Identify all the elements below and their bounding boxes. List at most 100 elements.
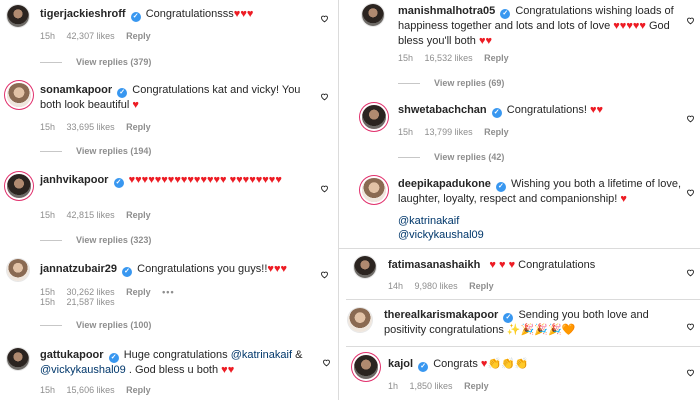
comment-meta-secondary: 15h 21,587 likes bbox=[40, 297, 124, 307]
verified-badge-icon: ✓ bbox=[503, 313, 514, 323]
reply-button[interactable]: Reply bbox=[126, 385, 151, 395]
likes-count[interactable]: 21,587 likes bbox=[67, 297, 115, 307]
username[interactable]: deepikapadukone bbox=[398, 178, 491, 190]
heart-outline-icon[interactable] bbox=[686, 12, 695, 25]
avatar[interactable] bbox=[7, 259, 29, 281]
mention-link[interactable]: @katrinakaif bbox=[398, 214, 459, 229]
comment-body: Congrats bbox=[433, 358, 478, 370]
heart-emoji-icon: ♥♥ bbox=[221, 364, 235, 376]
comment-sonamkapoor: sonamkapoor ✓ Congratulations kat and vi… bbox=[0, 80, 338, 160]
avatar[interactable] bbox=[7, 348, 29, 370]
comment-body: . God bless u both bbox=[128, 364, 219, 376]
likes-count[interactable]: 13,799 likes bbox=[425, 127, 473, 137]
comment-meta: 15h 13,799 likes Reply bbox=[398, 127, 518, 137]
heart-outline-icon[interactable] bbox=[320, 266, 329, 279]
heart-emoji-icon: ♥ bbox=[620, 193, 627, 205]
heart-emoji-icon: ♥♥ bbox=[589, 104, 603, 116]
mention-link[interactable]: @vickykaushal09 bbox=[398, 228, 484, 243]
section-divider bbox=[346, 299, 700, 300]
reply-button[interactable]: Reply bbox=[126, 31, 151, 41]
heart-outline-icon[interactable] bbox=[322, 354, 331, 367]
avatar[interactable] bbox=[362, 4, 384, 26]
more-options-icon[interactable]: ••• bbox=[162, 287, 174, 297]
avatar[interactable] bbox=[362, 178, 386, 202]
username[interactable]: gattukapoor bbox=[40, 349, 104, 361]
view-replies-button[interactable]: View replies (69) bbox=[398, 78, 504, 88]
mention-link[interactable]: @vickykaushal09 bbox=[40, 364, 126, 376]
likes-count[interactable]: 30,262 likes bbox=[67, 287, 115, 297]
comment-kajol: kajol ✓ Congrats ♥👏👏👏 1h 1,850 likes Rep… bbox=[338, 350, 700, 400]
comment-body: Congratulationsss bbox=[145, 8, 234, 20]
comment-meta: 14h 9,980 likes Reply bbox=[388, 281, 503, 291]
heart-outline-icon[interactable] bbox=[686, 364, 695, 377]
view-replies-button[interactable]: View replies (42) bbox=[398, 152, 504, 162]
likes-count[interactable]: 42,307 likes bbox=[67, 31, 115, 41]
likes-count[interactable]: 42,815 likes bbox=[67, 210, 115, 220]
verified-badge-icon: ✓ bbox=[117, 88, 128, 98]
comment-text: jannatzubair29 ✓ Congratulations you guy… bbox=[40, 262, 310, 277]
username[interactable]: sonamkapoor bbox=[40, 84, 112, 96]
likes-count[interactable]: 15,606 likes bbox=[67, 385, 115, 395]
heart-emoji-icon: ♥♥♥♥♥♥♥♥♥♥♥♥♥♥♥ ♥♥♥♥♥♥♥♥ bbox=[128, 174, 282, 186]
comment-jannatzubair29: jannatzubair29 ✓ Congratulations you guy… bbox=[0, 256, 338, 336]
view-replies-button[interactable]: View replies (100) bbox=[40, 320, 151, 330]
view-replies-button[interactable]: View replies (323) bbox=[40, 235, 151, 245]
view-replies-button[interactable]: View replies (194) bbox=[40, 146, 151, 156]
likes-count[interactable]: 1,850 likes bbox=[410, 381, 453, 391]
comment-tigerjackieshroff: tigerjackieshroff ✓ Congratulationsss♥♥♥… bbox=[0, 0, 338, 75]
likes-count[interactable]: 33,695 likes bbox=[67, 122, 115, 132]
comment-meta: 15h 16,532 likes Reply bbox=[398, 53, 518, 63]
avatar[interactable] bbox=[7, 174, 31, 198]
username[interactable]: janhvikapoor bbox=[40, 174, 108, 186]
timestamp: 14h bbox=[388, 281, 404, 291]
avatar[interactable] bbox=[362, 105, 386, 129]
heart-emoji-icon: ♥ ♥ ♥ bbox=[489, 259, 516, 271]
reply-button[interactable]: Reply bbox=[484, 53, 509, 63]
reply-button[interactable]: Reply bbox=[126, 287, 151, 297]
username[interactable]: jannatzubair29 bbox=[40, 263, 117, 275]
verified-badge-icon: ✓ bbox=[495, 182, 506, 192]
comment-shwetabachchan: shwetabachchan ✓ Congratulations! ♥♥ 15h… bbox=[352, 98, 700, 168]
avatar[interactable] bbox=[7, 5, 29, 27]
avatar[interactable] bbox=[354, 256, 376, 278]
username[interactable]: kajol bbox=[388, 358, 413, 370]
verified-badge-icon: ✓ bbox=[418, 362, 429, 372]
heart-outline-icon[interactable] bbox=[686, 318, 695, 331]
username[interactable]: manishmalhotra05 bbox=[398, 5, 495, 17]
verified-badge-icon: ✓ bbox=[491, 108, 502, 118]
username[interactable]: fatimasanashaikh bbox=[388, 259, 480, 271]
comment-meta: 15h 42,307 likes Reply bbox=[40, 31, 160, 41]
mention-link[interactable]: @katrinakaif bbox=[231, 349, 292, 361]
view-replies-button[interactable]: View replies (379) bbox=[40, 57, 151, 67]
likes-count[interactable]: 9,980 likes bbox=[415, 281, 458, 291]
reply-button[interactable]: Reply bbox=[464, 381, 489, 391]
heart-outline-icon[interactable] bbox=[686, 184, 695, 197]
username[interactable]: therealkarismakapoor bbox=[384, 309, 498, 321]
avatar[interactable] bbox=[354, 355, 378, 379]
heart-outline-icon[interactable] bbox=[320, 88, 329, 101]
comment-text: fatimasanashaikh ♥ ♥ ♥ Congratulations bbox=[388, 258, 678, 273]
heart-outline-icon[interactable] bbox=[686, 264, 695, 277]
reply-button[interactable]: Reply bbox=[126, 210, 151, 220]
username[interactable]: tigerjackieshroff bbox=[40, 8, 126, 20]
comment-text: janhvikapoor ✓ ♥♥♥♥♥♥♥♥♥♥♥♥♥♥♥ ♥♥♥♥♥♥♥♥ bbox=[40, 173, 312, 188]
heart-emoji-icon: ♥♥♥ bbox=[233, 8, 254, 20]
avatar[interactable] bbox=[348, 308, 372, 332]
heart-outline-icon[interactable] bbox=[320, 180, 329, 193]
timestamp: 15h bbox=[40, 31, 56, 41]
comment-manishmalhotra05: manishmalhotra05 ✓ Congratulations wishi… bbox=[352, 0, 700, 92]
username[interactable]: shwetabachchan bbox=[398, 104, 487, 116]
likes-count[interactable]: 16,532 likes bbox=[425, 53, 473, 63]
reply-button[interactable]: Reply bbox=[126, 122, 151, 132]
avatar[interactable] bbox=[7, 83, 31, 107]
reply-button[interactable]: Reply bbox=[469, 281, 494, 291]
section-divider bbox=[338, 248, 700, 249]
verified-badge-icon: ✓ bbox=[108, 353, 119, 363]
reply-button[interactable]: Reply bbox=[484, 127, 509, 137]
heart-outline-icon[interactable] bbox=[320, 10, 329, 23]
heart-emoji-icon: ♥♥♥ bbox=[267, 263, 287, 275]
heart-outline-icon[interactable] bbox=[686, 110, 695, 123]
comment-meta: 15h 33,695 likes Reply bbox=[40, 122, 160, 132]
right-comment-column-upper: manishmalhotra05 ✓ Congratulations wishi… bbox=[352, 0, 700, 248]
comment-text: deepikapadukone ✓ Wishing you both a lif… bbox=[398, 177, 688, 207]
